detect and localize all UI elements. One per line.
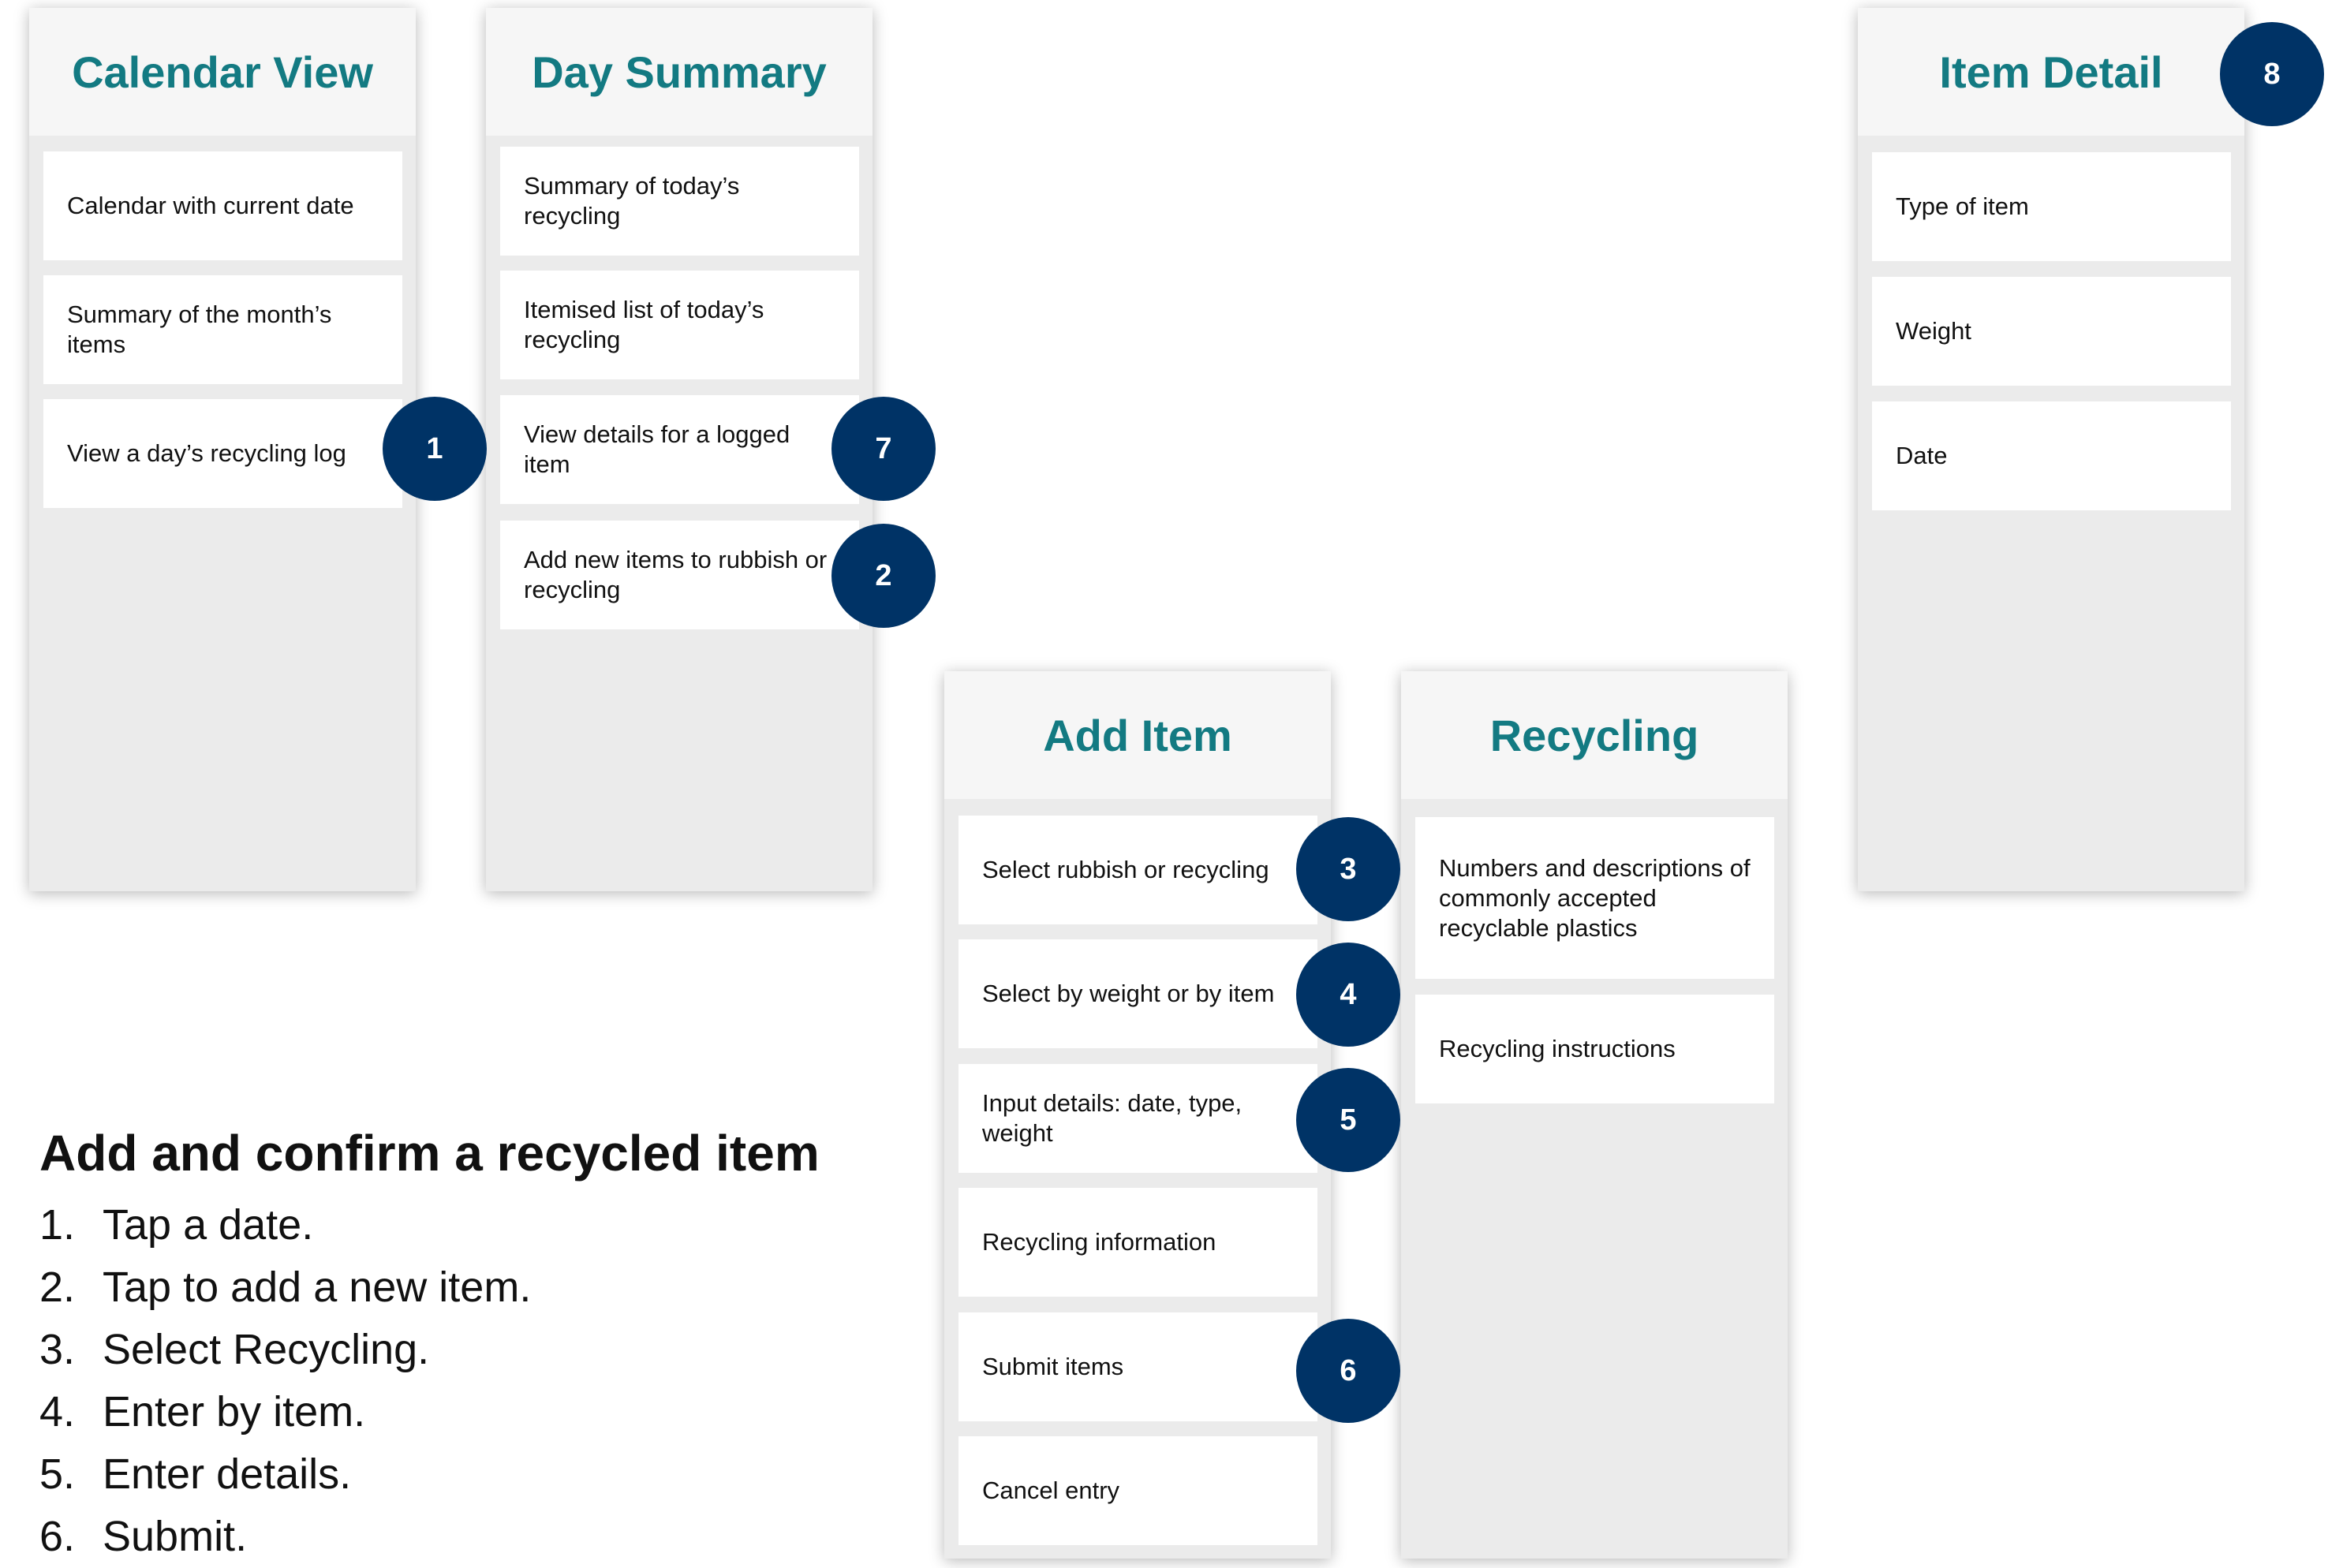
column-title: Day Summary — [486, 8, 873, 136]
card-weight[interactable]: Weight — [1872, 277, 2231, 386]
step-number: 5. — [39, 1450, 76, 1498]
column-recycling: Recycling Numbers and descriptions of co… — [1401, 671, 1788, 1559]
card-view-day-log[interactable]: View a day’s recycling log — [43, 399, 402, 508]
step-item: 6. Submit. — [39, 1506, 907, 1568]
step-number: 6. — [39, 1513, 76, 1560]
card-date[interactable]: Date — [1872, 401, 2231, 510]
step-text: Tap to add a new item. — [103, 1264, 532, 1311]
step-badge-5: 5 — [1296, 1068, 1400, 1172]
step-number: 2. — [39, 1264, 76, 1311]
step-number: 1. — [39, 1201, 76, 1249]
steps-title: Add and confirm a recycled item — [39, 1125, 820, 1182]
card-add-new-items[interactable]: Add new items to rubbish or recycling — [500, 521, 859, 629]
step-item: 4. Enter by item. — [39, 1381, 907, 1443]
column-add-item: Add Item Select rubbish or recycling Sel… — [944, 671, 1331, 1559]
step-item: 5. Enter details. — [39, 1443, 907, 1506]
step-text: Tap a date. — [103, 1201, 314, 1249]
step-badge-7: 7 — [831, 397, 936, 501]
card-recycling-instructions[interactable]: Recycling instructions — [1415, 995, 1774, 1103]
card-view-item-details[interactable]: View details for a logged item — [500, 395, 859, 504]
column-title: Add Item — [944, 671, 1331, 799]
step-item: 3. Select Recycling. — [39, 1319, 907, 1381]
column-title: Calendar View — [29, 8, 416, 136]
step-number: 4. — [39, 1388, 76, 1435]
step-text: Submit. — [103, 1513, 248, 1560]
card-select-weight-item[interactable]: Select by weight or by item — [958, 939, 1317, 1048]
step-item: 2. Tap to add a new item. — [39, 1256, 907, 1319]
card-type-of-item[interactable]: Type of item — [1872, 152, 2231, 261]
card-plastics-descriptions[interactable]: Numbers and descriptions of commonly acc… — [1415, 817, 1774, 979]
card-select-rubbish-recycling[interactable]: Select rubbish or recycling — [958, 816, 1317, 924]
steps-panel: Add and confirm a recycled item 1. Tap a … — [39, 1118, 907, 1568]
step-badge-3: 3 — [1296, 817, 1400, 921]
column-day-summary: Day Summary Summary of today’s recycling… — [486, 8, 873, 891]
step-badge-2: 2 — [831, 524, 936, 628]
card-itemised-list[interactable]: Itemised list of today’s recycling — [500, 271, 859, 379]
column-calendar-view: Calendar View Calendar with current date… — [29, 8, 416, 891]
card-calendar-current-date[interactable]: Calendar with current date — [43, 151, 402, 260]
step-badge-4: 4 — [1296, 943, 1400, 1047]
card-cancel-entry[interactable]: Cancel entry — [958, 1436, 1317, 1545]
step-text: Enter by item. — [103, 1388, 366, 1435]
column-title: Item Detail — [1858, 8, 2244, 136]
step-number: 3. — [39, 1326, 76, 1373]
step-text: Select Recycling. — [103, 1326, 430, 1373]
step-badge-6: 6 — [1296, 1319, 1400, 1423]
card-submit-items[interactable]: Submit items — [958, 1312, 1317, 1421]
card-recycling-information[interactable]: Recycling information — [958, 1188, 1317, 1297]
step-text: Enter details. — [103, 1450, 352, 1498]
card-input-details[interactable]: Input details: date, type, weight — [958, 1064, 1317, 1173]
column-item-detail: Item Detail Type of item Weight Date — [1858, 8, 2244, 891]
step-badge-1: 1 — [383, 397, 487, 501]
card-month-summary[interactable]: Summary of the month’s items — [43, 275, 402, 384]
steps-list: 1. Tap a date. 2. Tap to add a new item. 3… — [39, 1194, 907, 1568]
step-item: 1. Tap a date. — [39, 1194, 907, 1256]
step-badge-8: 8 — [2220, 22, 2324, 126]
card-today-summary[interactable]: Summary of today’s recycling — [500, 147, 859, 256]
column-title: Recycling — [1401, 671, 1788, 799]
